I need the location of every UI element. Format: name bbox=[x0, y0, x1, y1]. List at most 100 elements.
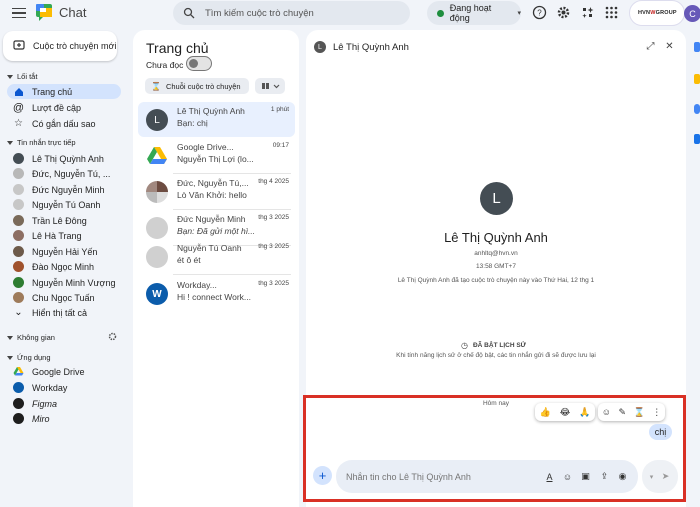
gemini-sparkle-icon[interactable] bbox=[580, 5, 595, 20]
conversation-name: Lê Thị Quỳnh Anh bbox=[177, 106, 245, 116]
sidebar-item-label: Đức Nguyễn Minh bbox=[32, 184, 105, 195]
avatar bbox=[13, 184, 24, 195]
collapse-triangle-icon bbox=[7, 335, 13, 340]
record-video-icon[interactable]: ◉ bbox=[617, 471, 628, 482]
workday-icon bbox=[13, 382, 24, 393]
conversation-item[interactable]: Đức, Nguyễn Tú,... Lò Văn Khởi: hello th… bbox=[138, 174, 295, 209]
thumbs-up-reaction[interactable]: 👍 bbox=[540, 407, 551, 418]
view-toggle-button[interactable] bbox=[255, 78, 285, 94]
show-all-button[interactable]: ⌄ Hiển thị tất cả bbox=[7, 305, 121, 320]
avatar: L bbox=[146, 109, 168, 131]
contacts-app-icon[interactable] bbox=[694, 134, 700, 144]
message-bubble[interactable]: chị bbox=[649, 424, 672, 440]
more-options-icon[interactable]: ⋮ bbox=[652, 407, 661, 418]
sidebar-dm-item[interactable]: Đức Nguyễn Minh bbox=[7, 182, 121, 197]
sidebar-dm-item[interactable]: Nguyễn Hải Yến bbox=[7, 244, 121, 259]
help-icon[interactable]: ? bbox=[532, 5, 547, 20]
pray-reaction[interactable]: 🙏 bbox=[579, 407, 590, 418]
keep-app-icon[interactable] bbox=[694, 74, 700, 84]
contact-avatar: L bbox=[480, 182, 513, 215]
sidebar-dm-item[interactable]: Đào Ngọc Minh bbox=[7, 259, 121, 274]
app-title: Chat bbox=[59, 5, 87, 20]
unread-toggle[interactable] bbox=[186, 56, 212, 71]
threads-filter-button[interactable]: ⌛ Chuỗi cuộc trò chuyện bbox=[145, 78, 249, 94]
sidebar-item-label: Workday bbox=[32, 382, 68, 393]
sidebar-dm-item[interactable]: Nguyễn Tú Oanh bbox=[7, 197, 121, 212]
new-chat-label: Cuộc trò chuyện mới bbox=[33, 41, 117, 51]
sidebar-item-starred[interactable]: ☆ Có gắn dấu sao bbox=[7, 116, 121, 131]
sidebar-dm-item[interactable]: Chu Ngọc Tuấn bbox=[7, 290, 121, 305]
add-reaction-icon[interactable]: ☺ bbox=[602, 407, 611, 417]
avatar: L bbox=[314, 41, 326, 53]
conversation-item[interactable]: W Workday... Hi ! connect Work... thg 3 … bbox=[138, 276, 295, 311]
laugh-reaction[interactable]: 😂 bbox=[560, 407, 571, 418]
spaces-header-label: Không gian bbox=[17, 333, 55, 342]
sidebar-app-workday[interactable]: Workday bbox=[7, 380, 121, 395]
sidebar-app-miro[interactable]: Miro bbox=[7, 411, 121, 426]
avatar bbox=[13, 230, 24, 241]
sidebar-dm-item[interactable]: Đức, Nguyễn Tú, ... bbox=[7, 166, 121, 181]
dm-header-label: Tin nhắn trực tiếp bbox=[17, 138, 76, 147]
calendar-app-icon[interactable] bbox=[694, 42, 700, 52]
conversation-time: thg 4 2025 bbox=[258, 178, 289, 185]
shortcuts-header[interactable]: Lối tắt bbox=[7, 72, 37, 81]
sidebar-dm-item[interactable]: Nguyễn Minh Vượng bbox=[7, 275, 121, 290]
tasks-app-icon[interactable] bbox=[694, 104, 700, 114]
apps-grid-icon[interactable] bbox=[604, 5, 619, 20]
conversation-time: 1 phút bbox=[270, 106, 289, 113]
sticker-icon[interactable]: ▣ bbox=[580, 471, 591, 482]
close-icon[interactable]: ✕ bbox=[664, 41, 675, 52]
account-avatar[interactable]: C bbox=[684, 5, 700, 22]
sidebar-dm-item[interactable]: Lê Thị Quỳnh Anh bbox=[7, 151, 121, 166]
conversation-item[interactable]: Google Drive... Nguyễn Thị Lợi (lo... 09… bbox=[138, 138, 295, 173]
sidebar-item-home[interactable]: Trang chủ bbox=[7, 84, 121, 99]
dm-header[interactable]: Tin nhắn trực tiếp bbox=[7, 138, 76, 147]
message-actions: ☺ ✎ ⌛ ⋮ bbox=[598, 403, 665, 421]
sidebar-dm-item[interactable]: Lê Hà Trang bbox=[7, 228, 121, 243]
conversation-time: thg 3 2025 bbox=[258, 243, 289, 250]
svg-text:?: ? bbox=[537, 9, 542, 18]
conversation-snippet: Nguyễn Thị Lợi (lo... bbox=[177, 154, 254, 164]
upload-icon[interactable]: ⇪ bbox=[599, 471, 610, 482]
history-status[interactable]: ◷ ĐÃ BẬT LỊCH SỬ bbox=[461, 341, 526, 350]
search-bar[interactable]: Tìm kiếm cuộc trò chuyện bbox=[173, 1, 410, 25]
conversation-item[interactable]: L Lê Thị Quỳnh Anh Bạn: chị 1 phút bbox=[138, 102, 295, 137]
spaces-header[interactable]: Không gian bbox=[7, 333, 55, 342]
organization-logo[interactable]: HVN W GROUP bbox=[629, 0, 685, 26]
chevron-down-icon: ▾ bbox=[517, 10, 521, 17]
sidebar-item-mentions[interactable]: @ Lượt đề cập bbox=[7, 100, 121, 115]
sidebar-item-label: Đào Ngọc Minh bbox=[32, 261, 95, 272]
message-input[interactable] bbox=[346, 469, 526, 484]
edit-icon[interactable]: ✎ bbox=[618, 407, 626, 418]
conversation-item[interactable]: Nguyễn Tú Oanh ét ô ét thg 3 2025 bbox=[138, 239, 295, 274]
chat-header-name[interactable]: Lê Thị Quỳnh Anh bbox=[333, 42, 409, 53]
chat-logo-icon bbox=[36, 4, 52, 21]
sidebar-item-label: Nguyễn Minh Vượng bbox=[32, 277, 116, 288]
conversation-time: 09:17 bbox=[272, 142, 289, 149]
emoji-icon[interactable]: ☺ bbox=[562, 471, 573, 482]
collapse-triangle-icon bbox=[7, 355, 13, 360]
main-menu-icon[interactable] bbox=[12, 6, 26, 20]
gear-icon[interactable] bbox=[556, 5, 571, 20]
avatar bbox=[13, 215, 24, 226]
history-description: Khi tính năng lịch sử ở chế độ bật, các … bbox=[396, 352, 596, 359]
avatar bbox=[13, 292, 24, 303]
sidebar-app-google-drive[interactable]: Google Drive bbox=[7, 364, 121, 379]
avatar bbox=[13, 246, 24, 257]
gear-icon[interactable] bbox=[108, 332, 117, 341]
sidebar-dm-item[interactable]: Trần Lê Đông bbox=[7, 213, 121, 228]
add-attachment-button[interactable]: + bbox=[313, 466, 332, 485]
side-apps-strip bbox=[692, 30, 700, 507]
send-icon[interactable]: ➤ bbox=[660, 471, 671, 482]
expand-icon[interactable]: ⤢ bbox=[645, 41, 656, 52]
status-selector[interactable]: Đang hoạt động ▾ bbox=[427, 1, 521, 25]
history-title: ĐÃ BẬT LỊCH SỬ bbox=[472, 342, 527, 349]
new-chat-button[interactable]: Cuộc trò chuyện mới bbox=[3, 31, 117, 61]
format-text-icon[interactable]: A bbox=[544, 471, 555, 482]
divider bbox=[173, 274, 291, 275]
quick-reactions: 👍 😂 🙏 bbox=[535, 403, 595, 421]
schedule-dropdown-icon[interactable]: ▾ bbox=[646, 471, 657, 482]
sidebar-app-figma[interactable]: Figma bbox=[7, 396, 121, 411]
thread-icon[interactable]: ⌛ bbox=[634, 407, 645, 418]
apps-header[interactable]: Ứng dụng bbox=[7, 353, 51, 362]
